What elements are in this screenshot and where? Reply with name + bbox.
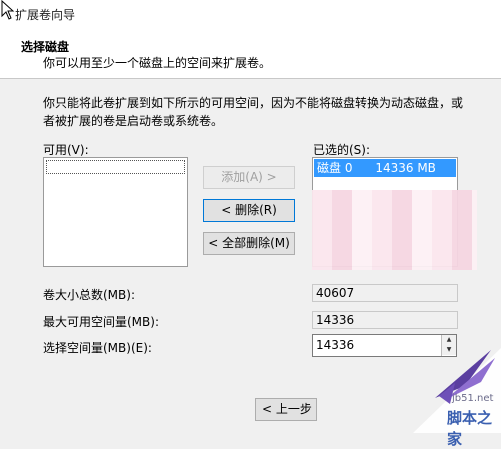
window-title: 扩展卷向导	[15, 8, 76, 22]
available-label: 可用(V):	[43, 143, 89, 157]
back-button[interactable]: < 上一步	[255, 398, 317, 421]
add-button[interactable]: 添加(A) >	[203, 166, 295, 189]
description-text: 你只能将此卷扩展到如下所示的可用空间，因为不能将磁盘转换为动态磁盘，或者被扩展的…	[43, 96, 464, 128]
focus-rectangle	[46, 160, 185, 174]
page-title: 选择磁盘	[21, 40, 70, 54]
disk-size: 14336 MB	[375, 161, 436, 175]
wizard-header: 选择磁盘 你可以用至少一个磁盘上的空间来扩展卷。	[0, 28, 501, 79]
selected-label: 已选的(S):	[313, 143, 371, 157]
disk-name: 磁盘 0	[317, 161, 353, 175]
title-bar: 扩展卷向导	[0, 0, 501, 29]
watermark-site: jb51.net	[452, 393, 494, 404]
available-list[interactable]	[43, 157, 188, 267]
mosaic-blur	[312, 190, 477, 270]
watermark-name: 脚本之家	[447, 409, 493, 448]
total-size-field: 40607	[312, 284, 458, 302]
remove-all-button[interactable]: < 全部删除(M)	[203, 232, 295, 255]
page-subtitle: 你可以用至少一个磁盘上的空间来扩展卷。	[43, 56, 272, 70]
remove-button[interactable]: < 删除(R)	[203, 199, 295, 222]
mouse-cursor-icon	[1, 0, 15, 20]
select-space-label: 选择空间量(MB)(E):	[43, 341, 152, 355]
max-space-field: 14336	[312, 311, 458, 329]
list-item[interactable]: 磁盘 0 14336 MB	[314, 159, 456, 177]
select-space-value: 14336	[316, 338, 355, 352]
max-space-label: 最大可用空间量(MB):	[43, 315, 159, 329]
total-size-label: 卷大小总数(MB):	[43, 288, 135, 302]
